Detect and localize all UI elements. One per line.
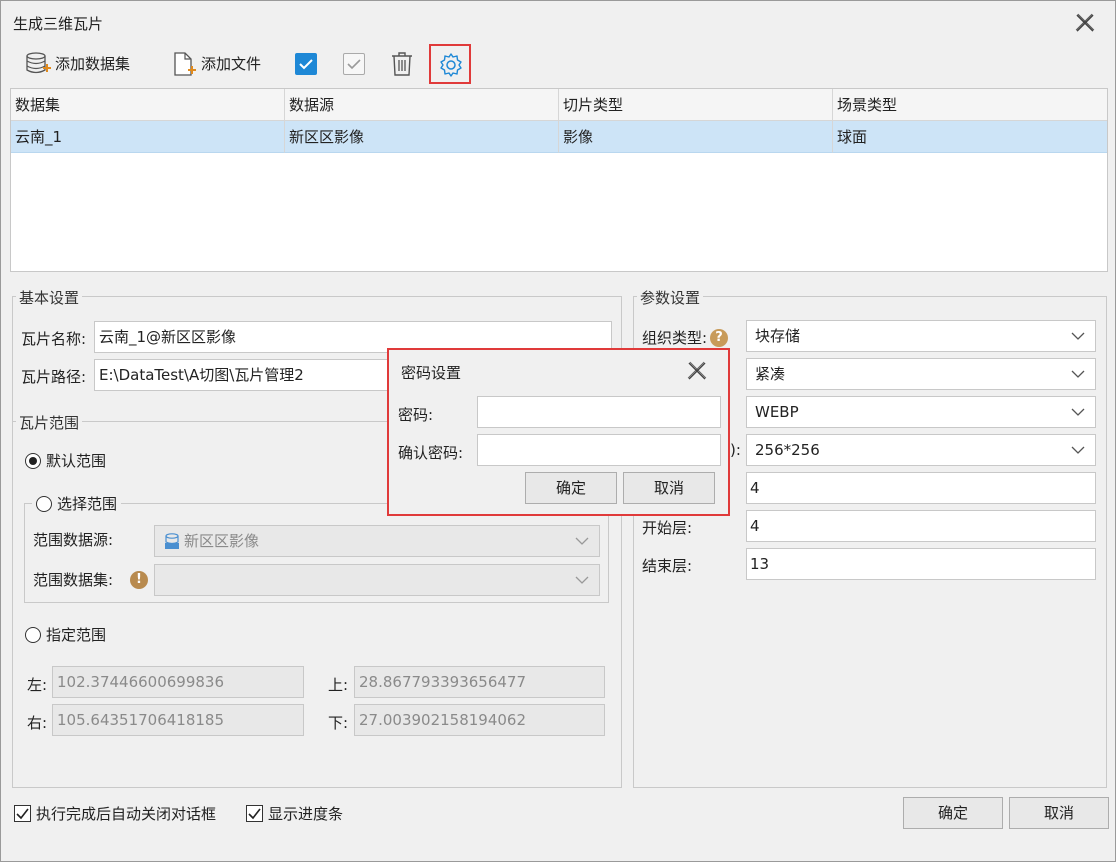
- range-datasource-label: 范围数据源:: [33, 531, 114, 549]
- tile-size-value: 256*256: [755, 441, 820, 459]
- top-input[interactable]: 28.867793393656477: [354, 666, 605, 698]
- right-input[interactable]: 105.64351706418185: [52, 704, 304, 736]
- add-dataset-label: 添加数据集: [55, 54, 131, 73]
- tile-name-label: 瓦片名称:: [21, 330, 87, 348]
- org-type-select[interactable]: 块存储: [746, 320, 1096, 352]
- dialog-ok-button[interactable]: 确定: [525, 472, 617, 504]
- org-type-label: 组织类型:: [642, 329, 708, 347]
- close-icon[interactable]: [686, 360, 708, 382]
- specify-range-label: 指定范围: [46, 626, 107, 644]
- add-file-button[interactable]: 添加文件: [171, 51, 262, 76]
- range-datasource-select[interactable]: 新区区影像: [154, 525, 600, 557]
- chevron-down-icon: [1071, 332, 1085, 340]
- tile-path-input[interactable]: E:\DataTest\A切图\瓦片管理2: [94, 359, 394, 391]
- select-range-radio[interactable]: 选择范围: [32, 493, 122, 514]
- tile-path-label: 瓦片路径:: [21, 368, 87, 386]
- chevron-down-icon: [575, 537, 589, 545]
- database-add-icon: [25, 51, 51, 75]
- help-icon[interactable]: ?: [710, 328, 729, 347]
- password-dialog: 密码设置 密码: 确认密码: 确定 取消: [387, 348, 730, 516]
- basic-settings-label: 基本设置: [16, 287, 83, 308]
- udx-datasource-icon: [165, 533, 179, 549]
- add-file-label: 添加文件: [201, 54, 262, 73]
- top-label: 上:: [328, 676, 349, 694]
- window-title: 生成三维瓦片: [13, 15, 104, 33]
- file-add-icon: [171, 51, 196, 76]
- cancel-button[interactable]: 取消: [1009, 797, 1109, 829]
- select-range-label: 选择范围: [57, 495, 118, 513]
- left-input[interactable]: 102.37446600699836: [52, 666, 304, 698]
- delete-button[interactable]: [390, 51, 414, 81]
- chevron-down-icon: [1071, 408, 1085, 416]
- table-cell[interactable]: 影像: [559, 121, 833, 153]
- delete-icon: [390, 51, 414, 76]
- radio-unselected-icon: [25, 626, 41, 643]
- column-header-tile-type[interactable]: 切片类型: [559, 89, 833, 121]
- invert-select-icon: [343, 53, 365, 75]
- dialog-cancel-button[interactable]: 取消: [623, 472, 715, 504]
- close-icon[interactable]: [1073, 11, 1097, 35]
- end-level-input[interactable]: 13: [746, 548, 1096, 580]
- org-type-value: 块存储: [755, 327, 801, 345]
- column-header-datasource[interactable]: 数据源: [285, 89, 559, 121]
- storage-mode-select[interactable]: 紧凑: [746, 358, 1096, 390]
- specify-range-radio[interactable]: 指定范围: [25, 624, 106, 645]
- tile-size-select[interactable]: 256*256: [746, 434, 1096, 466]
- confirm-password-input[interactable]: [477, 434, 721, 466]
- generate-3d-tiles-window: 生成三维瓦片 添加数据集 添加文件 数据集 数据源 切片类型 场景类型 云南_1…: [0, 0, 1116, 862]
- settings-button[interactable]: [429, 44, 471, 84]
- radio-unselected-icon: [36, 495, 52, 512]
- right-label: 右:: [27, 714, 48, 732]
- storage-mode-value: 紧凑: [755, 365, 786, 383]
- password-label: 密码:: [398, 406, 434, 424]
- settings-icon: [438, 52, 464, 82]
- radio-selected-icon: [25, 452, 41, 469]
- range-dataset-select[interactable]: [154, 564, 600, 596]
- image-format-select[interactable]: WEBP: [746, 396, 1096, 428]
- warning-icon: !: [130, 569, 148, 589]
- table-cell[interactable]: 球面: [833, 121, 1107, 153]
- column-header-scene-type[interactable]: 场景类型: [833, 89, 1107, 121]
- select-all-icon: [295, 53, 317, 75]
- bottom-label: 下:: [328, 714, 349, 732]
- column-header-dataset[interactable]: 数据集: [11, 89, 285, 121]
- range-dataset-label: 范围数据集:: [33, 571, 114, 589]
- show-progress-label: 显示进度条: [268, 805, 344, 823]
- auto-close-label: 执行完成后自动关闭对话框: [36, 805, 217, 823]
- end-level-label: 结束层:: [642, 557, 693, 575]
- chevron-down-icon: [575, 576, 589, 584]
- add-dataset-button[interactable]: 添加数据集: [25, 51, 130, 75]
- password-dialog-title: 密码设置: [401, 364, 462, 382]
- start-level-label: 开始层:: [642, 519, 693, 537]
- default-range-label: 默认范围: [46, 452, 107, 470]
- table-cell[interactable]: 云南_1: [11, 121, 285, 153]
- default-range-radio[interactable]: 默认范围: [25, 450, 106, 471]
- image-format-value: WEBP: [755, 403, 799, 421]
- range-datasource-value: 新区区影像: [184, 532, 260, 550]
- bottom-input[interactable]: 27.003902158194062: [354, 704, 605, 736]
- params-label: 参数设置: [637, 287, 704, 308]
- dataset-table[interactable]: 数据集 数据源 切片类型 场景类型 云南_1 新区区影像 影像 球面: [10, 88, 1108, 272]
- select-all-button[interactable]: [295, 53, 317, 75]
- tile-size-label-tail: ):: [730, 441, 741, 459]
- invert-select-button[interactable]: [343, 53, 365, 75]
- chevron-down-icon: [1071, 446, 1085, 454]
- ok-button[interactable]: 确定: [903, 797, 1003, 829]
- checkbox-checked-icon: [14, 805, 31, 822]
- show-progress-checkbox[interactable]: 显示进度条: [246, 803, 343, 824]
- tile-range-label: 瓦片范围: [16, 412, 83, 433]
- auto-close-checkbox[interactable]: 执行完成后自动关闭对话框: [14, 803, 216, 824]
- level-input[interactable]: 4: [746, 472, 1096, 504]
- org-type-row-label: 组织类型: ?: [642, 327, 729, 348]
- checkbox-checked-icon: [246, 805, 263, 822]
- table-cell[interactable]: 新区区影像: [285, 121, 559, 153]
- left-label: 左:: [27, 676, 48, 694]
- start-level-input[interactable]: 4: [746, 510, 1096, 542]
- chevron-down-icon: [1071, 370, 1085, 378]
- password-input[interactable]: [477, 396, 721, 428]
- confirm-password-label: 确认密码:: [398, 444, 464, 462]
